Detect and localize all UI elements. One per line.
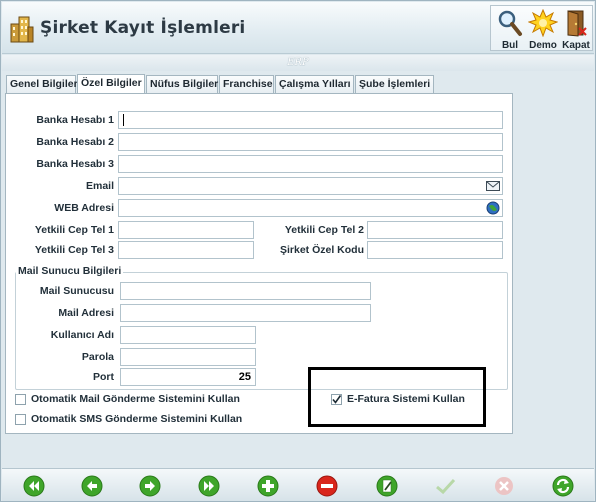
cep3-label: Yetkili Cep Tel 3: [34, 244, 114, 256]
tab-label: Şube İşlemleri: [359, 78, 431, 90]
next-record-icon: [139, 475, 161, 497]
previous-record-button[interactable]: [81, 475, 103, 497]
mail-adres-label: Mail Adresi: [58, 307, 114, 319]
record-nav-toolbar: [2, 468, 594, 501]
bul-button[interactable]: Bul: [493, 8, 527, 51]
kapat-button[interactable]: Kapat: [559, 8, 593, 51]
oto-mail-option[interactable]: Otomatik Mail Gönderme Sistemini Kullan: [15, 393, 275, 407]
web-input[interactable]: [118, 199, 503, 217]
tab-genel-bilgiler[interactable]: Genel Bilgiler: [6, 75, 78, 93]
kullanici-label: Kullanıcı Adı: [50, 329, 114, 341]
ozel-kod-label: Şirket Özel Kodu: [279, 244, 364, 256]
delete-record-icon: [316, 475, 338, 497]
refresh-icon: [552, 475, 574, 497]
top-toolbar: Bul Demo Kapat: [490, 5, 593, 51]
demo-button[interactable]: Demo: [526, 8, 560, 51]
banka1-input[interactable]: [118, 111, 503, 129]
port-label: Port: [93, 371, 114, 383]
banka2-input[interactable]: [118, 133, 503, 151]
banka1-label: Banka Hesabı 1: [36, 114, 114, 126]
previous-record-icon: [81, 475, 103, 497]
tab-sube-islemleri[interactable]: Şube İşlemleri: [355, 75, 434, 93]
tab-nufus-bilgileri[interactable]: Nüfus Bilgileri: [146, 75, 222, 93]
last-record-icon: [198, 475, 220, 497]
oto-sms-checkbox[interactable]: [15, 414, 26, 425]
oto-sms-option[interactable]: Otomatik SMS Gönderme Sistemini Kullan: [15, 413, 275, 427]
tab-label: Genel Bilgiler: [10, 78, 78, 90]
cep1-input[interactable]: [118, 221, 254, 239]
oto-mail-checkbox[interactable]: [15, 394, 26, 405]
globe-icon[interactable]: [486, 201, 500, 215]
edit-record-button[interactable]: [376, 475, 398, 497]
edit-record-icon: [376, 475, 398, 497]
efatura-highlight-frame: [308, 367, 486, 427]
tab-label: Çalışma Yılları: [279, 78, 351, 90]
banka3-label: Banka Hesabı 3: [36, 158, 114, 170]
banka3-input[interactable]: [118, 155, 503, 173]
tab-label: Franchise: [223, 78, 273, 90]
last-record-button[interactable]: [198, 475, 220, 497]
email-input[interactable]: [118, 177, 503, 195]
add-record-button[interactable]: [257, 475, 279, 497]
oto-sms-label: Otomatik SMS Gönderme Sistemini Kullan: [31, 413, 243, 425]
mail-server-group-title: Mail Sunucu Bilgileri: [16, 265, 124, 277]
parola-input[interactable]: [120, 348, 256, 366]
email-label: Email: [85, 180, 114, 192]
cancel-icon: [495, 477, 513, 495]
bul-label: Bul: [501, 40, 519, 51]
oto-mail-label: Otomatik Mail Gönderme Sistemini Kullan: [31, 393, 240, 405]
tab-label: Nüfus Bilgileri: [150, 78, 222, 90]
mail-sunucu-label: Mail Sunucusu: [39, 285, 114, 297]
buildings-icon: [10, 16, 34, 43]
save-button[interactable]: [434, 475, 456, 497]
ozel-kod-input[interactable]: [367, 241, 503, 259]
starburst-icon: [528, 9, 558, 37]
parola-label: Parola: [81, 351, 114, 363]
header-bar: Şirket Kayıt İşlemleri Bul Demo Kapat: [2, 2, 594, 54]
save-check-icon: [436, 478, 456, 495]
delete-record-button[interactable]: [316, 475, 338, 497]
mail-envelope-icon[interactable]: [486, 180, 500, 192]
tab-label: Özel Bilgiler: [81, 77, 142, 89]
mail-sunucu-input[interactable]: [120, 282, 371, 300]
cep2-label: Yetkili Cep Tel 2: [284, 224, 364, 236]
web-label: WEB Adresi: [54, 202, 114, 214]
cep1-label: Yetkili Cep Tel 1: [34, 224, 114, 236]
tab-franchise[interactable]: Franchise: [219, 75, 274, 93]
exit-door-icon: [567, 10, 587, 37]
port-input[interactable]: 25: [120, 368, 256, 386]
company-registration-window: Şirket Kayıt İşlemleri Bul Demo Kapat ER…: [0, 0, 596, 502]
window-title: Şirket Kayıt İşlemleri: [40, 18, 246, 38]
next-record-button[interactable]: [139, 475, 161, 497]
tab-ozel-bilgiler[interactable]: Özel Bilgiler: [77, 74, 145, 94]
magnifier-icon: [498, 10, 522, 36]
text-caret: [123, 114, 124, 126]
tab-calisma-yillari[interactable]: Çalışma Yılları: [275, 75, 354, 93]
cep3-input[interactable]: [118, 241, 254, 259]
kapat-label: Kapat: [562, 40, 590, 51]
banka2-label: Banka Hesabı 2: [36, 136, 114, 148]
refresh-button[interactable]: [552, 475, 574, 497]
kullanici-input[interactable]: [120, 326, 256, 344]
cep2-input[interactable]: [367, 221, 503, 239]
first-record-icon: [23, 475, 45, 497]
section-caption: ERP: [2, 55, 594, 71]
add-record-icon: [257, 475, 279, 497]
cancel-button[interactable]: [493, 475, 515, 497]
mail-adres-input[interactable]: [120, 304, 371, 322]
first-record-button[interactable]: [23, 475, 45, 497]
demo-label: Demo: [529, 40, 557, 51]
